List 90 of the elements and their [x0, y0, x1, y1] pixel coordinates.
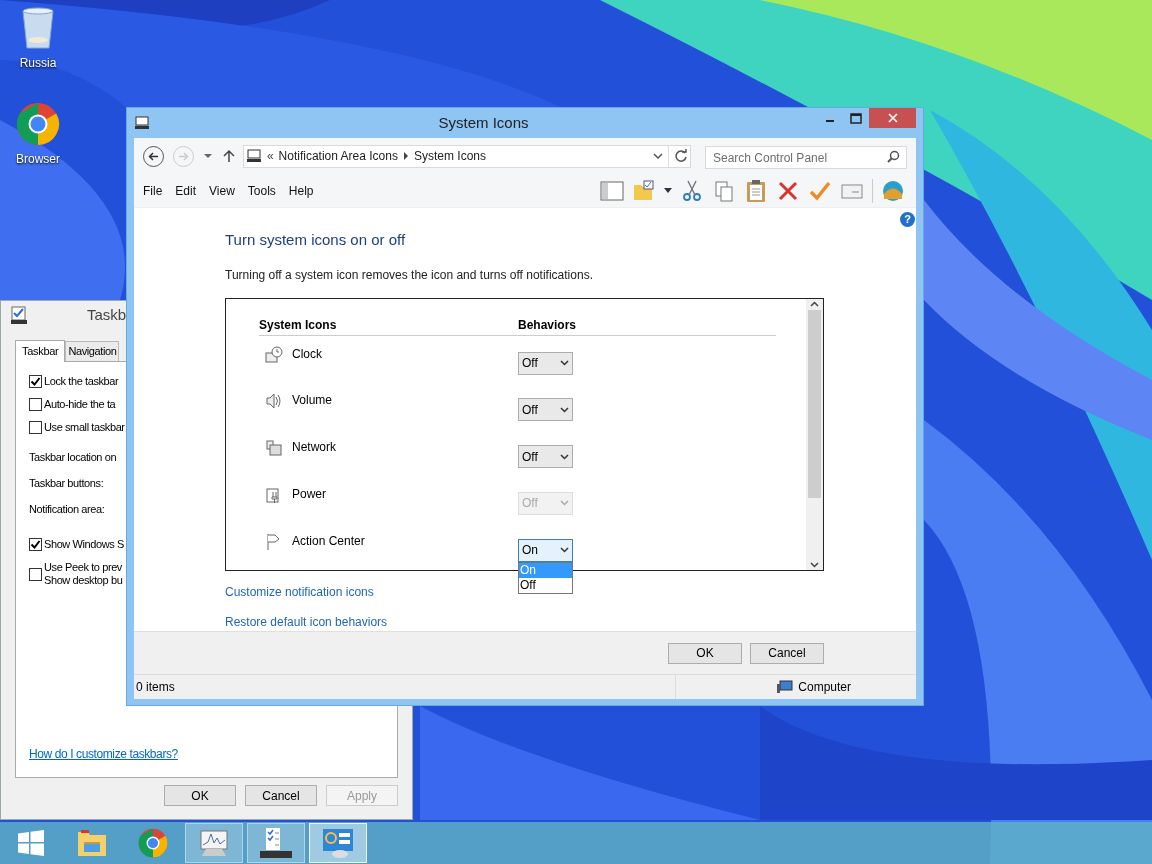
browser-icon — [137, 828, 168, 858]
clipboard-icon[interactable] — [744, 178, 768, 203]
setting-label: Notification area: — [29, 501, 105, 517]
browser-shortcut-icon[interactable] — [16, 102, 60, 146]
checkbox[interactable] — [29, 568, 42, 581]
globe-icon[interactable] — [881, 178, 905, 203]
right-arrow-icon — [177, 150, 189, 162]
dialog-button[interactable]: Cancel — [245, 785, 317, 806]
breadcrumb-item[interactable]: System Icons — [413, 147, 486, 165]
task-link[interactable]: Restore default icon behaviors — [225, 612, 388, 631]
dropdown-select[interactable]: Off — [518, 398, 573, 422]
chevron-right-icon[interactable] — [402, 152, 409, 160]
icon-name: Action Center — [292, 532, 365, 549]
scroll-down-icon[interactable] — [810, 561, 819, 568]
dropdown-select[interactable]: On — [518, 538, 573, 562]
menu-item[interactable]: Tools — [247, 181, 276, 200]
clock-icon — [265, 345, 283, 364]
breadcrumb-item[interactable]: Notification Area Icons — [278, 147, 398, 165]
checkbox[interactable] — [29, 538, 42, 551]
status-text: 0 items — [135, 679, 176, 696]
column-header: Behaviors — [518, 316, 577, 334]
window-title: System Icons — [437, 112, 530, 133]
desktop-icon-label[interactable]: Browser — [16, 150, 60, 168]
scissors-icon[interactable] — [680, 178, 704, 203]
chevron-down-icon — [560, 406, 569, 413]
window-title: Taskb — [87, 304, 127, 325]
checkbox-label[interactable]: Use Peek to prev Show desktop bu — [44, 561, 123, 587]
dialog-button[interactable]: Cancel — [750, 642, 824, 664]
desktop-icon-label[interactable]: Russia — [19, 54, 57, 72]
tab[interactable]: Taskbar — [15, 340, 66, 362]
checkbox-label[interactable]: Auto-hide the ta — [44, 398, 116, 411]
computer-icon — [134, 116, 150, 130]
chevron-down-icon[interactable] — [653, 152, 663, 160]
dropdown-select[interactable]: Off — [518, 351, 573, 375]
menu-item[interactable]: Help — [288, 181, 314, 200]
task-link[interactable]: Customize notification icons — [225, 582, 374, 601]
menu-item[interactable]: View — [209, 181, 235, 200]
checkbox[interactable] — [29, 398, 42, 411]
page-description: Turning off a system icon removes the icon and turns off notifications. — [225, 266, 594, 284]
up-arrow-icon[interactable] — [221, 149, 236, 163]
scroll-up-icon[interactable] — [810, 300, 819, 307]
refresh-icon[interactable] — [674, 149, 688, 163]
setting-label: Taskbar buttons: — [29, 475, 104, 491]
network-icon — [265, 439, 283, 458]
left-arrow-icon — [148, 150, 159, 162]
address-bar[interactable]: « Notification Area Icons System Icons — [242, 144, 691, 168]
help-icon[interactable]: ? — [900, 212, 915, 227]
folder-icon — [75, 828, 108, 858]
windows-logo-icon — [17, 830, 44, 856]
tab[interactable]: Navigation — [65, 341, 120, 361]
dropdown-select[interactable]: Off — [518, 445, 573, 469]
checkbox[interactable] — [29, 421, 42, 434]
icon-name: Clock — [292, 345, 322, 362]
monitor-chart-icon — [198, 828, 230, 858]
checkbox-label[interactable]: Show Windows S — [44, 538, 124, 551]
menu-item[interactable]: Edit — [175, 181, 197, 200]
icon-name: Volume — [292, 392, 333, 409]
checklist-icon — [260, 827, 292, 859]
chevron-down-icon — [560, 453, 569, 460]
icon-name: Power — [292, 485, 326, 502]
status-location: Computer — [798, 679, 851, 696]
caret-icon[interactable] — [664, 187, 672, 194]
computer-icon — [245, 149, 262, 163]
chevron-down-icon — [560, 360, 569, 366]
dialog-button[interactable]: OK — [164, 785, 236, 806]
chevron-down-icon — [560, 500, 569, 507]
taskbar-button[interactable] — [247, 823, 305, 863]
dropdown-option[interactable]: Off — [519, 577, 572, 593]
search-icon[interactable] — [887, 149, 900, 163]
page-heading: Turn system icons on or off — [225, 230, 407, 250]
trash-bin-icon[interactable] — [20, 6, 56, 50]
checkbox-label[interactable]: Lock the taskbar — [44, 375, 119, 388]
control-panel-icon — [322, 827, 354, 859]
volume-icon — [265, 392, 283, 411]
scrollbar[interactable] — [806, 298, 823, 570]
checklist-icon — [11, 306, 27, 324]
search-field[interactable]: Search Control Panel — [705, 146, 907, 169]
checkbox[interactable] — [29, 375, 42, 388]
chevron-down-icon — [560, 547, 569, 554]
column-header: System Icons — [259, 316, 338, 334]
checkbox-label[interactable]: Use small taskbar — [44, 421, 125, 434]
breadcrumb-overflow[interactable]: « — [266, 147, 274, 165]
menu-item[interactable]: File — [143, 181, 163, 200]
dialog-button[interactable]: OK — [668, 642, 742, 664]
help-link[interactable]: How do I customize taskbars? — [29, 745, 384, 763]
computer-icon — [777, 680, 794, 694]
setting-label: Taskbar location on — [29, 449, 117, 465]
icon-name: Network — [292, 439, 336, 456]
close-icon — [887, 113, 898, 123]
folder-check-icon[interactable] — [632, 178, 656, 203]
